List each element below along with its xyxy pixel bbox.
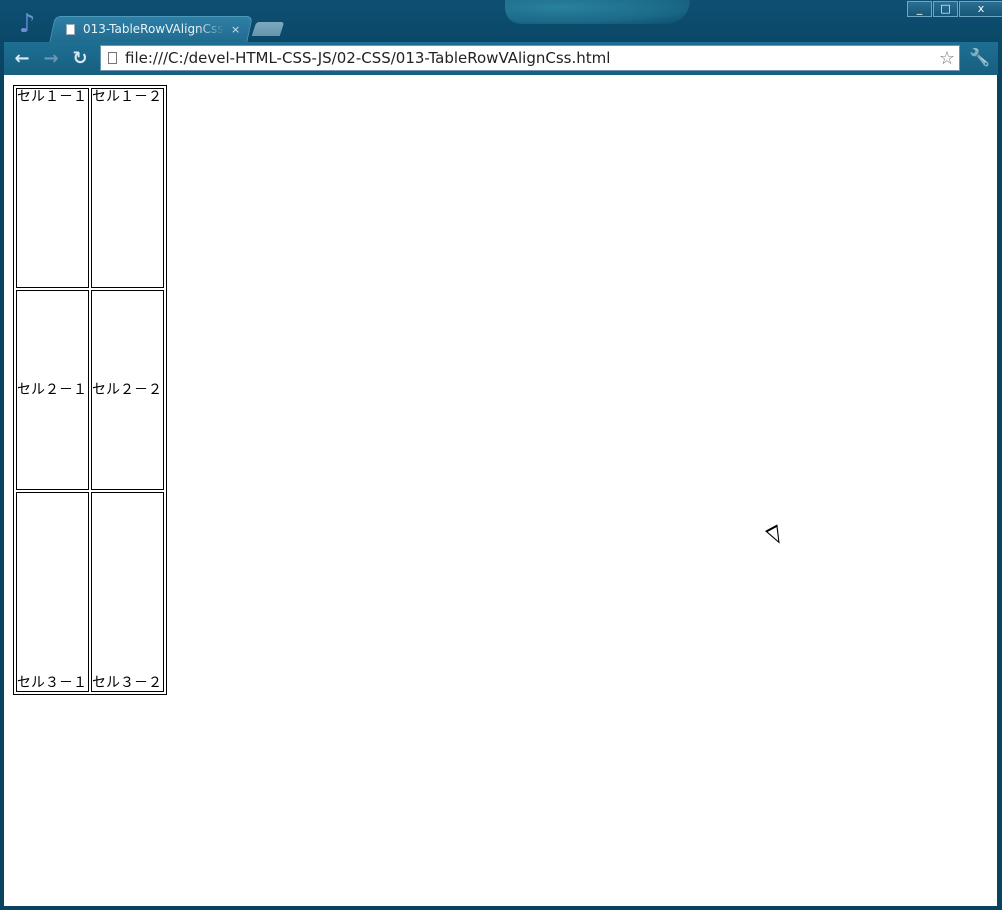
table-row-bottom: セル３－１ セル３－２ — [16, 492, 164, 692]
new-tab-button[interactable] — [251, 22, 285, 36]
forward-arrow-icon[interactable]: → — [41, 50, 61, 68]
table-cell: セル１－１ — [16, 88, 89, 288]
close-button[interactable]: x — [959, 1, 1002, 17]
back-arrow-icon[interactable]: ← — [12, 50, 32, 68]
minimize-button[interactable]: _ — [907, 1, 932, 17]
table-row-middle: セル２－１ セル２－２ — [16, 290, 164, 490]
page-favicon-icon — [66, 23, 75, 35]
active-tab-content[interactable]: 013-TableRowVAlignCss.html × — [66, 18, 246, 40]
table-cell: セル２－２ — [91, 290, 164, 490]
music-note-icon: ♪ — [18, 9, 36, 39]
tab-close-icon[interactable]: × — [231, 23, 240, 36]
star-icon[interactable]: ☆ — [939, 48, 955, 69]
page-icon — [108, 52, 117, 64]
table-cell: セル３－１ — [16, 492, 89, 692]
window-controls: _ □ x — [906, 1, 1002, 18]
page-viewport: セル１－１ セル１－２ セル２－１ セル２－２ セル３－１ セル３－２ — [4, 75, 997, 906]
address-bar[interactable]: file:///C:/devel-HTML-CSS-JS/02-CSS/013-… — [100, 45, 960, 71]
table-cell: セル３－２ — [91, 492, 164, 692]
wrench-icon[interactable]: 🔧 — [968, 48, 992, 68]
table-row-top: セル１－１ セル１－２ — [16, 88, 164, 288]
reload-icon[interactable]: ↻ — [70, 50, 90, 68]
valign-table: セル１－１ セル１－２ セル２－１ セル２－２ セル３－１ セル３－２ — [13, 85, 167, 695]
tab-title: 013-TableRowVAlignCss.html — [83, 22, 225, 36]
table-cell: セル２－１ — [16, 290, 89, 490]
url-text[interactable]: file:///C:/devel-HTML-CSS-JS/02-CSS/013-… — [125, 49, 939, 67]
maximize-button[interactable]: □ — [933, 1, 958, 17]
table-cell: セル１－２ — [91, 88, 164, 288]
theme-cloud-decoration — [505, 0, 690, 24]
